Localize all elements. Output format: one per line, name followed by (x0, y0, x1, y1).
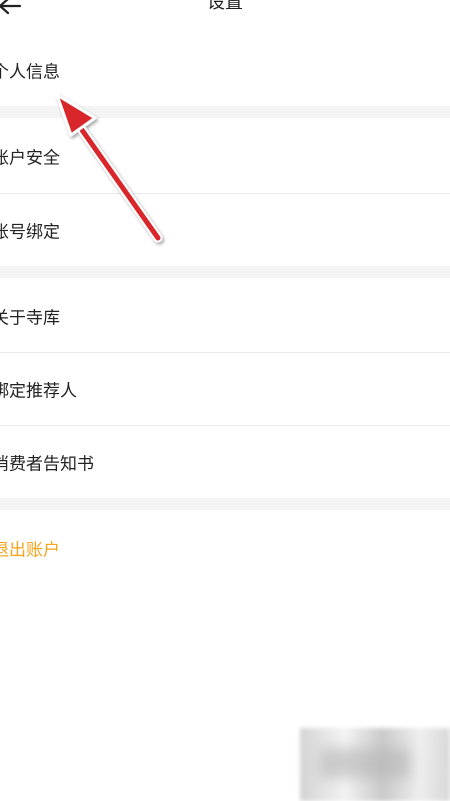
settings-item-label: 账号绑定 (0, 222, 60, 243)
settings-item-consumer-notice[interactable]: 消费者告知书 (0, 426, 450, 498)
section-gap (0, 106, 450, 118)
logout-label: 退出账户 (0, 540, 60, 561)
settings-item-label: 账户安全 (0, 148, 60, 169)
section-gap (0, 498, 450, 510)
watermark-blur (300, 728, 450, 801)
settings-screen: 设置 个人信息 账户安全 账号绑定 关于寺库 绑定推荐人 消费者告知书 退出账户 (0, 0, 450, 801)
settings-item-label: 绑定推荐人 (0, 381, 77, 402)
settings-item-account-binding[interactable]: 账号绑定 (0, 194, 450, 266)
settings-item-about[interactable]: 关于寺库 (0, 280, 450, 352)
page-title: 设置 (207, 0, 243, 13)
settings-item-account-security[interactable]: 账户安全 (0, 120, 450, 192)
section-gap (0, 266, 450, 278)
settings-item-bind-referrer[interactable]: 绑定推荐人 (0, 353, 450, 425)
header-bar: 设置 (0, 0, 450, 26)
settings-item-personal-info[interactable]: 个人信息 (0, 34, 450, 106)
logout-button[interactable]: 退出账户 (0, 512, 450, 584)
settings-item-label: 关于寺库 (0, 308, 60, 329)
settings-item-label: 个人信息 (0, 62, 60, 83)
settings-item-label: 消费者告知书 (0, 454, 94, 475)
